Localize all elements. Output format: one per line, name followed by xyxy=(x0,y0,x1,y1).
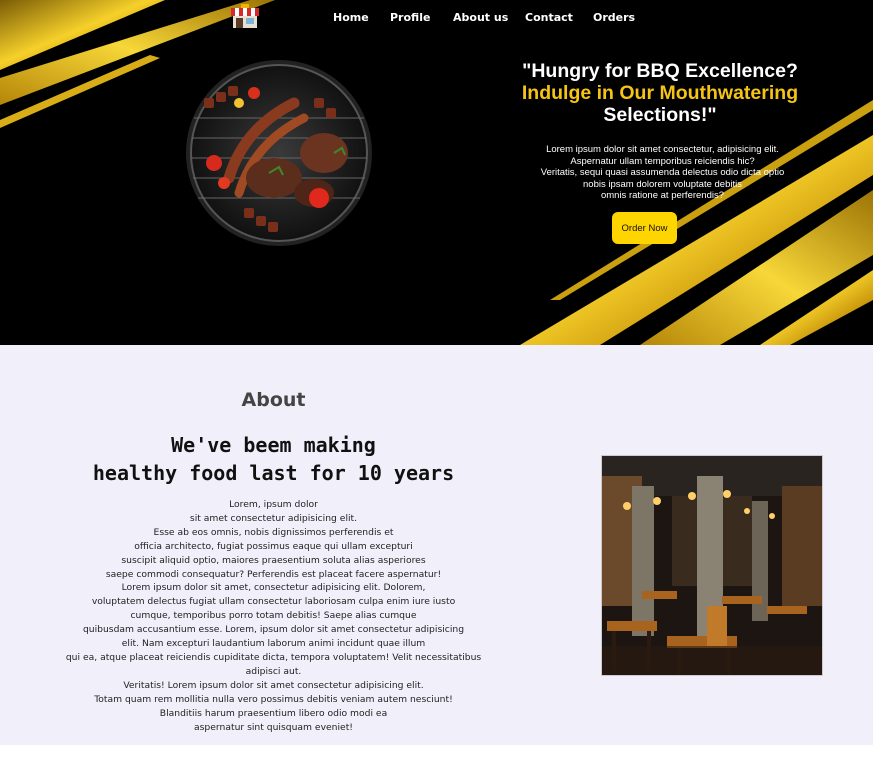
top-navigation: Home Profile About us Contact Orders xyxy=(0,0,873,36)
about-title-line1: We've beem making xyxy=(171,433,376,457)
hero-description-line: Lorem ipsum dolor sit amet consectetur, … xyxy=(546,144,779,155)
order-now-button[interactable]: Order Now xyxy=(612,212,677,244)
about-body-line: Lorem ipsum dolor sit amet, consectetur … xyxy=(121,582,426,594)
hero-description-line: Aspernatur ullam temporibus reiciendis h… xyxy=(570,155,755,167)
restaurant-storefront-icon[interactable] xyxy=(230,4,260,30)
nav-item-home[interactable]: Home xyxy=(333,11,369,24)
hero-description-line: nobis ipsam dolorem voluptate debitis xyxy=(583,178,742,190)
bbq-grill-image xyxy=(186,60,372,246)
about-body-line: saepe commodi consequatur? Perferendis e… xyxy=(105,568,442,580)
about-body-line: adipisci aut. xyxy=(245,665,302,677)
about-body-line: suscipit aliquid optio, maiores praesent… xyxy=(121,554,426,566)
nav-item-profile[interactable]: Profile xyxy=(390,11,430,24)
about-body-line: qui ea, atque placeat reiciendis cupidit… xyxy=(65,651,482,663)
about-body-line: sit amet consectetur adipisicing elit. xyxy=(189,512,358,524)
nav-item-about-us[interactable]: About us xyxy=(453,11,508,24)
hero-description: Lorem ipsum dolor sit amet consectetur, … xyxy=(520,144,805,202)
about-title-line2: healthy food last for 10 years xyxy=(92,461,455,485)
about-body: Lorem, ipsum dolor sit amet consectetur … xyxy=(40,498,507,734)
hero-description-line: Veritatis, sequi quasi assumenda delectu… xyxy=(540,167,785,179)
about-body-line: Blanditiis harum praesentium libero odio… xyxy=(159,707,388,719)
hero-description-line: omnis ratione at perferendis? xyxy=(600,190,725,202)
hero-headline: "Hungry for BBQ Excellence? Indulge in O… xyxy=(500,60,820,126)
about-body-line: voluptatem delectus fugiat ullam consect… xyxy=(91,596,456,608)
hero-headline-line3: Selections!" xyxy=(603,104,717,126)
about-body-line: elit. Nam excepturi laudantium laborum a… xyxy=(121,638,426,650)
about-body-line: cumque, temporibus porro totam debitis! … xyxy=(130,610,417,622)
nav-item-orders[interactable]: Orders xyxy=(593,11,635,24)
about-section: About We've beem making healthy food las… xyxy=(0,345,873,745)
about-body-line: quibusdam accusantium esse. Lorem, ipsum… xyxy=(82,624,465,636)
about-title: We've beem making healthy food last for … xyxy=(90,431,457,487)
about-label: About xyxy=(241,389,306,411)
hero-headline-line1: "Hungry for BBQ Excellence? xyxy=(522,60,798,82)
about-body-line: aspernatur sint quisquam eveniet! xyxy=(194,721,353,733)
hero-section: Home Profile About us Contact Orders "Hu… xyxy=(0,0,873,345)
restaurant-interior-image xyxy=(601,455,823,676)
about-body-line: Veritatis! Lorem ipsum dolor sit amet co… xyxy=(123,679,424,691)
about-body-line: Esse ab eos omnis, nobis dignissimos per… xyxy=(153,526,394,538)
about-body-line: Lorem, ipsum dolor xyxy=(229,499,318,510)
about-body-line: Totam quam rem mollitia nulla vero possi… xyxy=(94,693,453,705)
nav-item-contact[interactable]: Contact xyxy=(525,11,573,24)
hero-headline-line2: Indulge in Our Mouthwatering xyxy=(521,82,799,104)
about-body-line: officia architecto, fugiat possimus eaqu… xyxy=(134,540,413,552)
